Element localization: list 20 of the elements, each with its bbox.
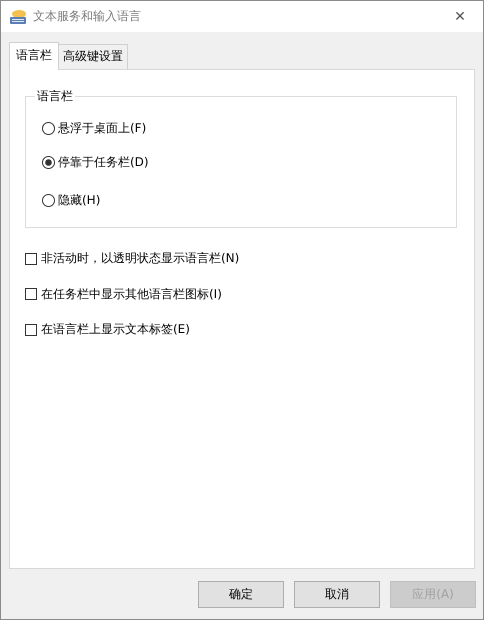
radio-button[interactable] bbox=[42, 194, 55, 206]
checkbox-option[interactable]: 在语言栏上显示文本标签(E) bbox=[25, 312, 457, 348]
checkbox-option[interactable]: 在任务栏中显示其他语言栏图标(I) bbox=[25, 276, 457, 312]
radio-option[interactable]: 停靠于任务栏(D) bbox=[42, 145, 456, 179]
radio-option[interactable]: 隐藏(H) bbox=[42, 179, 456, 221]
checkbox[interactable] bbox=[25, 324, 37, 336]
tab[interactable]: 语言栏 bbox=[9, 42, 59, 70]
window-title: 文本服务和输入语言 bbox=[33, 8, 142, 25]
keyboard-icon bbox=[9, 8, 27, 24]
tab[interactable]: 高级键设置 bbox=[58, 44, 128, 69]
checkbox-option[interactable]: 非活动时，以透明状态显示语言栏(N) bbox=[25, 241, 457, 276]
radio-button[interactable] bbox=[42, 122, 55, 134]
radio-option[interactable]: 悬浮于桌面上(F) bbox=[42, 111, 456, 145]
close-button[interactable]: ✕ bbox=[437, 1, 483, 32]
checkbox[interactable] bbox=[25, 288, 37, 300]
group-title: 语言栏 bbox=[36, 88, 74, 105]
radio-button[interactable] bbox=[42, 156, 55, 168]
dialog-button[interactable]: 取消 bbox=[294, 580, 380, 608]
dialog-button[interactable]: 确定 bbox=[198, 580, 284, 608]
checkbox[interactable] bbox=[25, 252, 37, 265]
